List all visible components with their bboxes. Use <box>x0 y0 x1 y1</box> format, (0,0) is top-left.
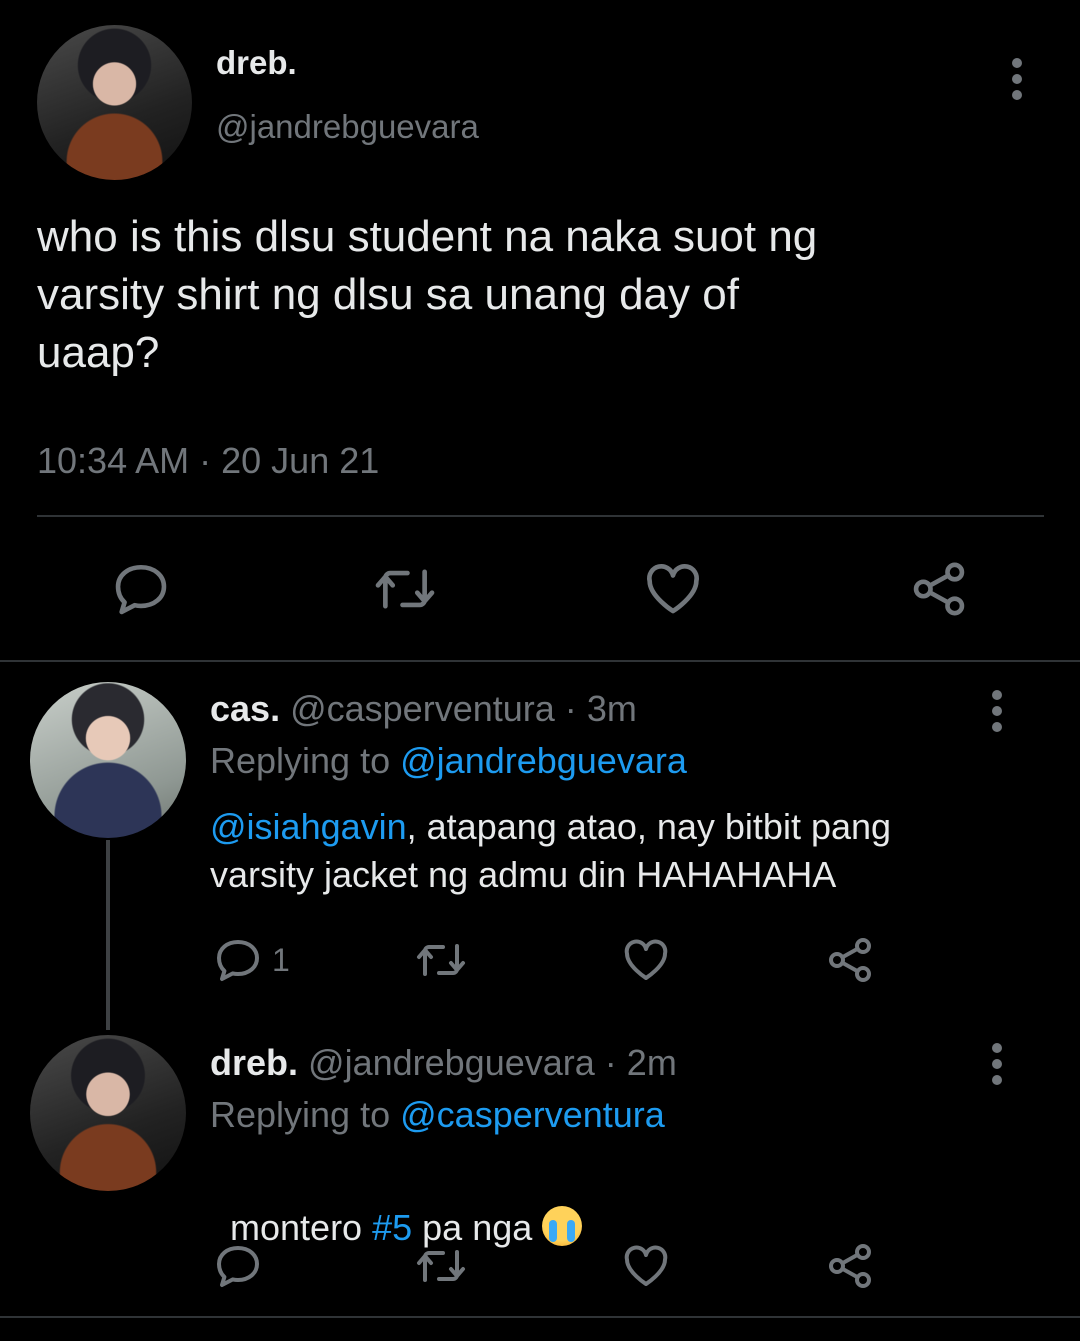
like-icon[interactable] <box>622 938 670 982</box>
avatar[interactable] <box>30 682 186 838</box>
reply-text: @isiahgavin, atapang atao, nay bitbit pa… <box>210 803 1050 899</box>
tweet-text-line: varsity shirt ng dlsu sa unang day of <box>37 270 739 319</box>
author-name[interactable]: cas. <box>210 688 280 729</box>
thread-line <box>106 840 110 1030</box>
separator: · <box>564 688 577 729</box>
separator: · <box>199 440 212 481</box>
share-icon[interactable] <box>910 560 968 618</box>
replying-prefix: Replying to <box>210 1094 391 1135</box>
author-name[interactable]: dreb. <box>216 44 297 82</box>
share-icon[interactable] <box>826 936 874 984</box>
replying-to-link[interactable]: @jandrebguevara <box>400 740 687 781</box>
mention-link[interactable]: @isiahgavin <box>210 806 407 847</box>
tweet-time: 10:34 AM <box>37 440 190 481</box>
reply-age: 2m <box>626 1042 677 1083</box>
reply-header: dreb. @jandrebguevara · 2m <box>210 1042 677 1084</box>
tweet-date: 20 Jun 21 <box>221 440 380 481</box>
replying-prefix: Replying to <box>210 740 391 781</box>
reply-count: 1 <box>272 942 290 978</box>
reply-text: montero #5 pa nga <box>210 1156 1050 1252</box>
reply-text-line: varsity jacket ng admu din HAHAHAHA <box>210 854 837 895</box>
avatar[interactable] <box>30 1035 186 1191</box>
tweet-timestamp[interactable]: 10:34 AM · 20 Jun 21 <box>37 440 379 482</box>
replying-to-link[interactable]: @casperventura <box>400 1094 665 1135</box>
retweet-icon[interactable] <box>372 562 438 616</box>
reply-age: 3m <box>586 688 637 729</box>
more-icon[interactable] <box>992 690 1004 738</box>
divider <box>0 660 1080 662</box>
replying-to: Replying to @jandrebguevara <box>210 740 687 782</box>
avatar[interactable] <box>37 25 192 180</box>
tweet-text-line: uaap? <box>37 328 160 377</box>
like-icon[interactable] <box>643 562 703 616</box>
tweet-text: who is this dlsu student na naka suot ng… <box>37 208 1047 382</box>
author-handle[interactable]: @casperventura <box>290 688 555 729</box>
author-name[interactable]: dreb. <box>210 1042 298 1083</box>
more-icon[interactable] <box>992 1043 1004 1091</box>
retweet-icon[interactable] <box>414 1244 468 1288</box>
reply-text-part: montero <box>230 1207 373 1248</box>
author-handle[interactable]: @jandrebguevara <box>308 1042 595 1083</box>
share-icon[interactable] <box>826 1242 874 1290</box>
divider <box>37 515 1044 517</box>
divider <box>0 1316 1080 1318</box>
like-icon[interactable] <box>622 1244 670 1288</box>
reply-text-part: pa nga <box>412 1207 533 1248</box>
crying-face-emoji <box>542 1206 583 1246</box>
reply-icon[interactable] <box>214 938 262 982</box>
reply-text-line: , atapang atao, nay bitbit pang <box>406 806 892 847</box>
reply-header: cas. @casperventura · 3m <box>210 688 637 730</box>
separator: · <box>604 1042 617 1083</box>
author-handle[interactable]: @jandrebguevara <box>216 108 479 146</box>
reply-icon[interactable] <box>214 1244 262 1288</box>
more-icon[interactable] <box>1012 58 1024 106</box>
replying-to: Replying to @casperventura <box>210 1094 665 1136</box>
retweet-icon[interactable] <box>414 938 468 982</box>
tweet-text-line: who is this dlsu student na naka suot ng <box>37 212 818 261</box>
reply-icon[interactable] <box>112 562 170 616</box>
hashtag-link[interactable]: #5 <box>372 1207 412 1248</box>
